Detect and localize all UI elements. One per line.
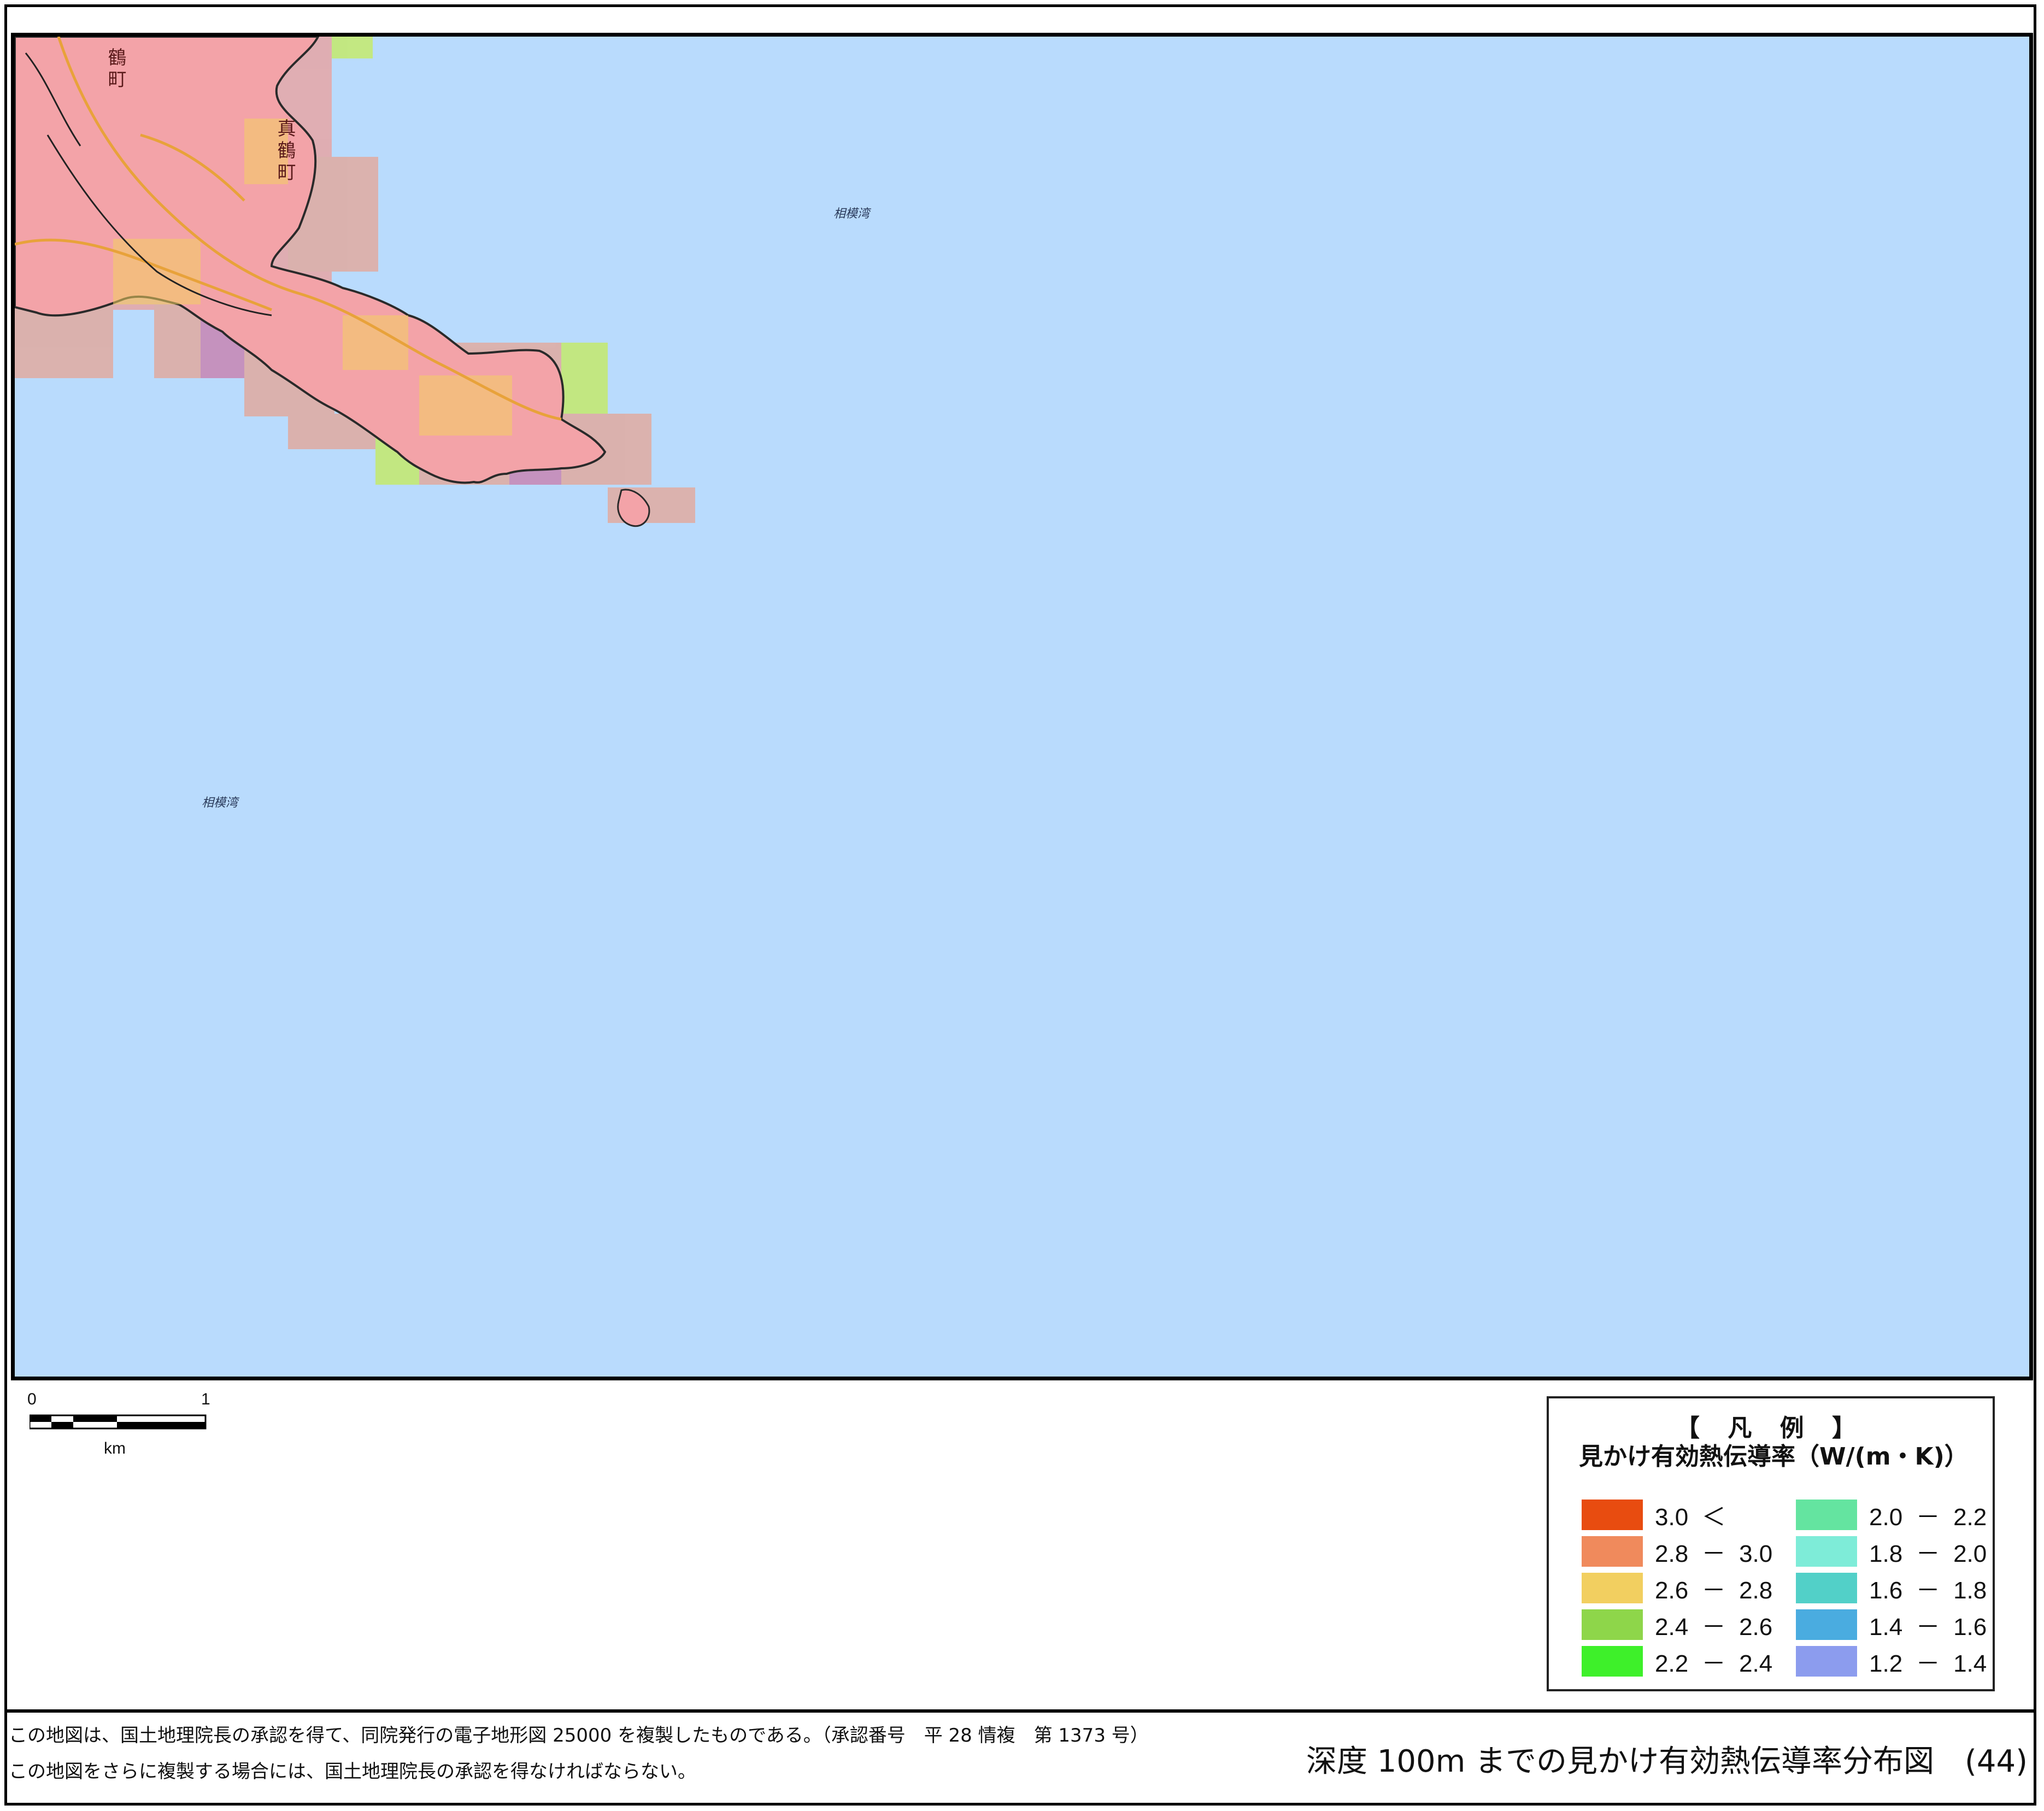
legend-item: 2.4 － 2.6	[1582, 1609, 1773, 1641]
place-label: 相模湾	[833, 207, 870, 221]
legend-label: 1.8 － 2.0	[1869, 1540, 1987, 1567]
legend-swatch	[1582, 1646, 1643, 1677]
scale-unit-label: km	[104, 1439, 126, 1457]
legend-label: 2.4 － 2.6	[1655, 1614, 1773, 1641]
legend-label: 3.0 ＜	[1655, 1504, 1726, 1531]
legend-subtitle: 見かけ有効熱伝導率（W/(m・K)）	[1579, 1443, 1969, 1471]
legend-item: 2.0 － 2.2	[1796, 1500, 1987, 1531]
footer-divider	[4, 1709, 2036, 1713]
legend-label: 1.4 － 1.6	[1869, 1614, 1987, 1641]
legend-item: 1.8 － 2.0	[1796, 1536, 1987, 1567]
legend-item: 2.8 － 3.0	[1582, 1536, 1772, 1567]
map-title: 深度 100m までの見かけ有効熱伝導率分布図 (44)	[1306, 1744, 2028, 1779]
town-label: 鶴町	[104, 48, 126, 91]
legend-swatch	[1582, 1573, 1643, 1603]
legend-label: 2.8 － 3.0	[1655, 1540, 1773, 1567]
town-label: 真鶴町	[274, 119, 296, 184]
credit-line-1: この地図は、国土地理院長の承認を得て、同院発行の電子地形図 25000 を複製し…	[9, 1725, 1149, 1747]
scale-end-label: 1	[201, 1390, 210, 1408]
map-area[interactable]: 鶴町 真鶴町 相模湾 相模湾	[11, 33, 2033, 1380]
credit-line-2: この地図をさらに複製する場合には、国土地理院長の承認を得なければならない。	[9, 1761, 696, 1783]
legend-label: 2.6 － 2.8	[1655, 1577, 1773, 1604]
legend-swatch	[1582, 1609, 1643, 1640]
legend-swatch	[1796, 1573, 1857, 1603]
legend-item: 3.0 ＜	[1582, 1500, 1726, 1531]
legend-item: 1.2 － 1.4	[1796, 1646, 1987, 1677]
legend-item: 1.4 － 1.6	[1796, 1609, 1987, 1641]
legend-swatch	[1796, 1536, 1857, 1567]
scale-start-label: 0	[27, 1390, 37, 1408]
legend-swatch	[1796, 1500, 1857, 1530]
legend: 【 凡 例 】 見かけ有効熱伝導率（W/(m・K)） 3.0 ＜ 2.8 － 3.…	[1547, 1396, 1995, 1691]
legend-label: 1.6 － 1.8	[1869, 1577, 1987, 1604]
legend-swatch	[1796, 1609, 1857, 1640]
scale-bar: 0 1 km	[27, 1388, 213, 1457]
legend-item: 1.6 － 1.8	[1796, 1573, 1987, 1604]
grid-cell	[332, 37, 373, 58]
legend-item: 2.2 － 2.4	[1582, 1646, 1772, 1677]
legend-swatch	[1796, 1646, 1857, 1677]
scale-graphic	[30, 1414, 207, 1430]
place-label: 相模湾	[202, 796, 238, 810]
legend-item: 2.6 － 2.8	[1582, 1573, 1773, 1604]
legend-label: 2.2 － 2.4	[1655, 1650, 1773, 1677]
map-canvas	[15, 37, 2029, 1377]
legend-swatch	[1582, 1500, 1643, 1530]
legend-label: 1.2 － 1.4	[1869, 1650, 1987, 1677]
legend-label: 2.0 － 2.2	[1869, 1504, 1987, 1531]
grid-cell	[561, 343, 608, 414]
legend-swatch	[1582, 1536, 1643, 1567]
